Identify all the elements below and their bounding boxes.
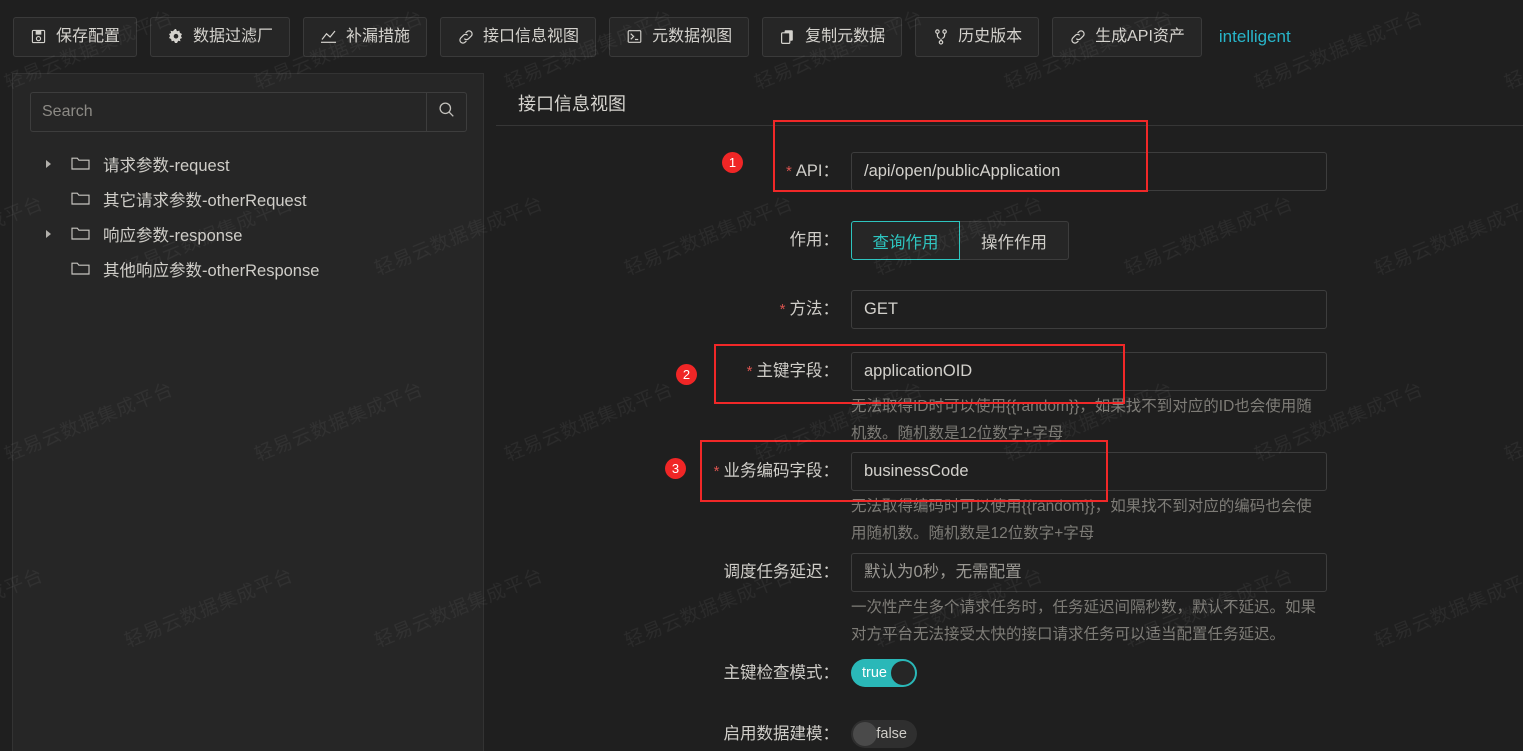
method-input[interactable] xyxy=(851,290,1327,329)
field-control-method xyxy=(851,290,1523,329)
folder-icon xyxy=(71,155,93,173)
link-icon xyxy=(457,28,474,45)
toggle-knob xyxy=(891,660,915,685)
role-option-operation[interactable]: 操作作用 xyxy=(960,221,1069,260)
api-config-form: *API： 作用： 查询作用 操作作用 xyxy=(496,126,1523,751)
folder-icon xyxy=(71,225,93,243)
role-option-query[interactable]: 查询作用 xyxy=(851,221,960,260)
copy-metadata-label: 复制元数据 xyxy=(805,27,886,45)
main-body: 请求参数-request 其它请求参数-otherRequest xyxy=(0,73,1523,751)
chevron-right-icon[interactable] xyxy=(39,225,57,243)
tree-item-other-response[interactable]: 其他响应参数-otherResponse xyxy=(13,251,485,286)
save-floppy-icon xyxy=(30,28,47,45)
field-control-api xyxy=(851,152,1523,191)
field-row-method: * 方法： xyxy=(496,290,1523,329)
generate-api-asset-button[interactable]: 生成API资产 xyxy=(1052,16,1202,57)
field-label-method: * 方法： xyxy=(779,300,839,318)
pk-check-mode-toggle[interactable]: true xyxy=(851,658,917,687)
field-label-api: * API： xyxy=(786,162,839,180)
tree-item-response[interactable]: 响应参数-response xyxy=(13,216,485,251)
folder-icon xyxy=(71,260,93,278)
history-version-label: 历史版本 xyxy=(958,27,1023,45)
pk-check-mode-value: true xyxy=(862,664,887,681)
search-input[interactable] xyxy=(30,92,426,132)
terminal-icon xyxy=(626,28,643,45)
business-code-input[interactable] xyxy=(851,452,1327,492)
field-label-task-delay: 调度任务延迟： xyxy=(723,562,840,581)
field-row-pk-check-mode: 主键检查模式： true xyxy=(496,654,1523,693)
field-row-api: * API： xyxy=(496,152,1523,191)
search-icon xyxy=(438,101,455,123)
field-control-role: 查询作用 操作作用 xyxy=(851,221,1523,260)
link-icon xyxy=(1069,28,1086,45)
copy-metadata-button[interactable]: 复制元数据 xyxy=(762,16,903,57)
field-control-pk-check-mode: true xyxy=(851,654,1523,692)
folder-icon xyxy=(71,190,93,208)
field-row-task-delay: 调度任务延迟： 一次性产生多个请求任务时，任务延迟间隔秒数，默认不延迟。如果对方… xyxy=(496,552,1523,648)
field-label-pk-check-mode: 主键检查模式： xyxy=(723,663,840,682)
required-star: * xyxy=(713,463,720,481)
metadata-view-label: 元数据视图 xyxy=(652,27,733,45)
enable-modeling-value: false xyxy=(876,725,907,742)
save-config-label: 保存配置 xyxy=(56,27,121,45)
primary-key-hint: 无法取得ID时可以使用{{random}}，如果找不到对应的ID也会使用随机数。… xyxy=(851,398,1312,443)
field-row-role: 作用： 查询作用 操作作用 xyxy=(496,221,1523,260)
tree-item-label: 其它请求参数-otherRequest xyxy=(103,191,307,210)
patch-measures-label: 补漏措施 xyxy=(346,27,411,45)
task-delay-hint: 一次性产生多个请求任务时，任务延迟间隔秒数，默认不延迟。如果对方平台无法接受太快… xyxy=(851,598,1317,643)
api-info-view-label: 接口信息视图 xyxy=(483,27,580,45)
parameter-tree-panel: 请求参数-request 其它请求参数-otherRequest xyxy=(12,73,484,751)
field-control-business-code: 无法取得编码时可以使用{{random}}，如果找不到对应的编码也会使用随机数。… xyxy=(851,452,1523,547)
toggle-knob xyxy=(853,721,877,746)
field-row-primary-key: *主键字段： 无法取得ID时可以使用{{random}}，如果找不到对应的ID也… xyxy=(496,352,1523,447)
history-version-button[interactable]: 历史版本 xyxy=(915,16,1040,57)
tree-item-label: 其他响应参数-otherResponse xyxy=(103,261,320,280)
field-label-role: 作用： xyxy=(789,231,840,249)
field-row-business-code: *业务编码字段： 无法取得编码时可以使用{{random}}，如果找不到对应的编… xyxy=(496,452,1523,547)
field-label-business-code: * 业务编码字段： xyxy=(713,462,839,481)
generate-api-asset-label: 生成API资产 xyxy=(1095,27,1185,45)
chevron-right-icon[interactable] xyxy=(39,155,57,173)
data-filter-label: 数据过滤厂 xyxy=(193,27,274,45)
field-row-enable-modeling: 启用数据建模： false xyxy=(496,715,1523,751)
top-toolbar: 保存配置 数据过滤厂 补漏措施 接口信息视图 元数据视图 复制元数据 历史版本 … xyxy=(0,0,1523,73)
tree-item-label: 响应参数-response xyxy=(103,226,243,245)
enable-modeling-toggle[interactable]: false xyxy=(851,719,917,748)
api-info-panel: 接口信息视图 *API： 作用： 查询作用 xyxy=(496,73,1523,751)
branch-icon xyxy=(932,28,949,45)
parameter-tree: 请求参数-request 其它请求参数-otherRequest 响应参数-re… xyxy=(13,146,485,286)
task-delay-input[interactable] xyxy=(851,552,1327,592)
tree-item-other-request[interactable]: 其它请求参数-otherRequest xyxy=(13,181,485,216)
search-button[interactable] xyxy=(426,92,467,132)
search-row xyxy=(30,92,467,132)
field-control-primary-key: 无法取得ID时可以使用{{random}}，如果找不到对应的ID也会使用随机数。… xyxy=(851,352,1523,447)
panel-title: 接口信息视图 xyxy=(518,94,626,114)
field-control-task-delay: 一次性产生多个请求任务时，任务延迟间隔秒数，默认不延迟。如果对方平台无法接受太快… xyxy=(851,552,1523,648)
required-star: * xyxy=(746,363,753,380)
field-label-primary-key: * 主键字段： xyxy=(746,362,839,380)
patch-measures-button[interactable]: 补漏措施 xyxy=(303,16,428,57)
intelligent-link[interactable]: intelligent xyxy=(1219,27,1291,47)
field-control-enable-modeling: false xyxy=(851,715,1523,751)
metadata-view-button[interactable]: 元数据视图 xyxy=(609,16,750,57)
role-radio-group: 查询作用 操作作用 xyxy=(851,221,1069,260)
save-config-button[interactable]: 保存配置 xyxy=(13,16,138,57)
data-filter-button[interactable]: 数据过滤厂 xyxy=(150,16,291,57)
required-star: * xyxy=(786,163,792,180)
field-label-enable-modeling: 启用数据建模： xyxy=(723,724,840,743)
app-root: 保存配置 数据过滤厂 补漏措施 接口信息视图 元数据视图 复制元数据 历史版本 … xyxy=(0,0,1523,751)
business-code-hint: 无法取得编码时可以使用{{random}}，如果找不到对应的编码也会使用随机数。… xyxy=(851,498,1312,543)
api-input[interactable] xyxy=(851,152,1327,191)
tree-item-request[interactable]: 请求参数-request xyxy=(13,146,485,181)
required-star: * xyxy=(779,301,786,318)
tree-item-label: 请求参数-request xyxy=(103,156,230,175)
copy-icon xyxy=(779,28,796,45)
primary-key-input[interactable] xyxy=(851,352,1327,391)
api-info-view-button[interactable]: 接口信息视图 xyxy=(440,16,597,57)
gear-icon xyxy=(167,28,184,45)
line-chart-icon xyxy=(320,28,337,45)
